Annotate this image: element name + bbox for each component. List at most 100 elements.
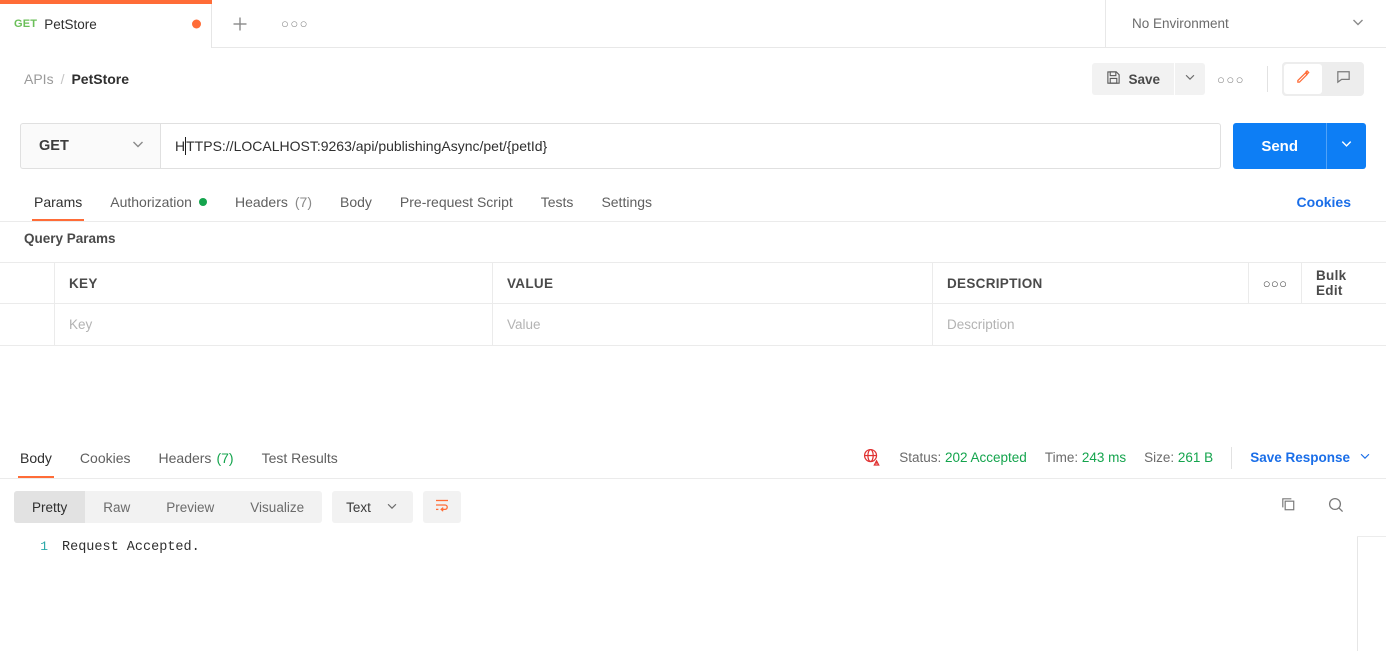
send-button-label: Send (1261, 137, 1298, 155)
size-badge: Size: 261 B (1144, 450, 1213, 465)
breadcrumb-separator: / (60, 71, 65, 87)
bulk-edit-button[interactable]: Bulk Edit (1302, 263, 1386, 303)
header-divider (1267, 66, 1268, 92)
view-mode-preview[interactable]: Preview (148, 491, 232, 523)
tab-bar-spacer (322, 0, 1106, 47)
view-mode-raw[interactable]: Raw (85, 491, 148, 523)
save-response-button[interactable]: Save Response (1250, 449, 1372, 466)
size-label: Size: (1144, 450, 1175, 465)
tab-label: Settings (601, 193, 653, 210)
tab-count: (7) (216, 449, 234, 466)
status-badge: Status: 202 Accepted (899, 450, 1027, 465)
content-type-selector[interactable]: Text (332, 491, 413, 523)
tab-label: Pre-request Script (399, 193, 513, 210)
chevron-down-icon (1350, 14, 1366, 33)
save-button[interactable]: Save (1092, 63, 1174, 95)
breadcrumb-root[interactable]: APIs (24, 71, 54, 87)
send-button-group: Send (1233, 123, 1366, 169)
url-text-before-caret: H (175, 138, 186, 154)
content-type-label: Text (346, 499, 371, 515)
viewer-right-divider (1357, 536, 1358, 651)
header-value: VALUE (493, 263, 933, 303)
view-mode-pretty[interactable]: Pretty (14, 491, 86, 523)
tab-method-label: GET (14, 18, 38, 30)
status-label: Status: (899, 450, 942, 465)
chevron-down-icon (130, 136, 146, 157)
environment-selector[interactable]: No Environment (1106, 0, 1386, 47)
new-tab-button[interactable] (212, 0, 268, 47)
tab-headers[interactable]: Headers (7) (221, 182, 326, 221)
tab-label: Headers (234, 193, 288, 210)
param-key-input[interactable]: Key (55, 304, 493, 345)
globe-warning-icon[interactable] (862, 447, 881, 469)
header-description: DESCRIPTION (933, 263, 1249, 303)
request-tabs: Params Authorization Headers (7) Body Pr… (0, 182, 1386, 222)
copy-icon[interactable] (1279, 495, 1298, 519)
response-tab-bar: Body Cookies Headers (7) Test Results St… (0, 437, 1386, 479)
unsaved-changes-dot (192, 19, 201, 29)
view-mode-segmented-control: Pretty Raw Preview Visualize (14, 491, 323, 523)
comment-icon (1335, 68, 1352, 90)
query-params-title: Query Params (24, 231, 116, 246)
tab-authorization[interactable]: Authorization (96, 182, 221, 221)
tab-settings[interactable]: Settings (587, 182, 666, 221)
edit-mode-toggle[interactable] (1284, 64, 1322, 94)
comments-toggle[interactable] (1324, 64, 1362, 94)
breadcrumb: APIs / PetStore (0, 71, 129, 87)
param-description-input[interactable]: Description (933, 304, 1249, 345)
row-checkbox-cell[interactable] (0, 304, 55, 345)
response-tab-headers[interactable]: Headers (7) (145, 437, 248, 478)
size-value: 261 B (1177, 450, 1214, 465)
header-more-button[interactable]: ○○○ (1209, 63, 1253, 95)
tab-label: Cookies (79, 449, 131, 466)
save-options-button[interactable] (1175, 63, 1205, 95)
request-tab-petstore[interactable]: GET PetStore (0, 0, 212, 48)
header-key: KEY (55, 263, 493, 303)
search-icon[interactable] (1326, 495, 1346, 520)
tab-label: Test Results (261, 449, 338, 466)
viewer-divider-cap (1357, 536, 1386, 537)
param-value-input[interactable]: Value (493, 304, 933, 345)
auth-configured-dot (198, 197, 207, 206)
word-wrap-button[interactable] (422, 491, 461, 523)
line-number: 1 (40, 539, 48, 554)
response-viewer-toolbar: Pretty Raw Preview Visualize Text (0, 483, 1386, 531)
send-options-button[interactable] (1326, 123, 1366, 169)
response-tab-cookies[interactable]: Cookies (66, 437, 145, 478)
chevron-down-icon (1339, 136, 1354, 156)
view-toggle-group (1282, 62, 1364, 96)
ellipsis-icon: ○○○ (1216, 71, 1246, 87)
chevron-down-icon (1358, 449, 1372, 466)
tab-label: Authorization (110, 193, 192, 210)
status-value: 202 Accepted (945, 450, 1027, 465)
header-actions: Save ○○○ (1092, 62, 1386, 96)
table-row: Key Value Description (0, 304, 1386, 345)
http-method-label: GET (39, 138, 69, 154)
send-button[interactable]: Send (1233, 123, 1326, 169)
tab-label: Params (34, 193, 83, 210)
response-body-viewer[interactable]: 1 Request Accepted. (0, 531, 1386, 651)
plus-icon (230, 14, 250, 34)
url-input[interactable]: H TTPS://LOCALHOST:9263/api/publishingAsy… (160, 123, 1222, 169)
http-method-selector[interactable]: GET (20, 123, 160, 169)
tab-tests[interactable]: Tests (527, 182, 588, 221)
pencil-icon (1295, 68, 1312, 90)
response-tab-body[interactable]: Body (6, 437, 66, 478)
table-options-button[interactable]: ○○○ (1249, 263, 1302, 303)
tab-body[interactable]: Body (326, 182, 386, 221)
response-tab-test-results[interactable]: Test Results (248, 437, 352, 478)
query-params-table: KEY VALUE DESCRIPTION ○○○ Bulk Edit Key … (0, 262, 1386, 346)
tab-label: Body (340, 193, 372, 210)
tab-params[interactable]: Params (20, 182, 96, 221)
url-row: GET H TTPS://LOCALHOST:9263/api/publishin… (0, 110, 1386, 182)
header-checkbox-cell (0, 263, 55, 303)
tab-pre-request-script[interactable]: Pre-request Script (386, 182, 527, 221)
cookies-link[interactable]: Cookies (1297, 182, 1366, 221)
viewer-actions (1279, 495, 1372, 520)
save-button-label: Save (1128, 71, 1160, 87)
view-mode-visualize[interactable]: Visualize (232, 491, 322, 523)
breadcrumb-row: APIs / PetStore Save ○○○ (0, 48, 1386, 110)
ellipsis-icon: ○○○ (280, 16, 310, 31)
response-meta: Status: 202 Accepted Time: 243 ms Size: … (862, 437, 1386, 478)
tab-options-button[interactable]: ○○○ (268, 0, 322, 47)
